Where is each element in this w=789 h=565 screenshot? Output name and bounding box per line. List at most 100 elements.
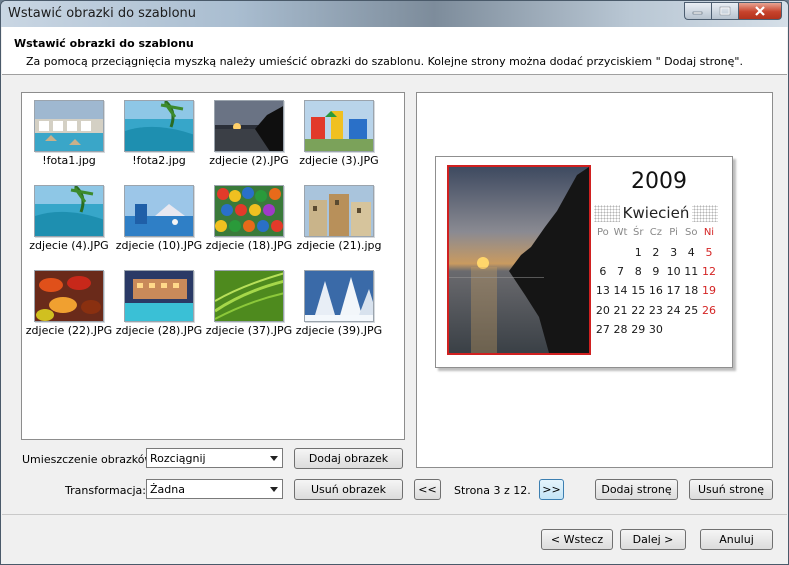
back-button[interactable]: < Wstecz bbox=[541, 529, 613, 550]
image-thumbnail[interactable]: zdjecie (21).jpg bbox=[294, 178, 384, 252]
thumbnail-image[interactable] bbox=[34, 185, 104, 237]
thumbnail-filename: zdjecie (39).JPG bbox=[295, 324, 383, 337]
thumbnail-image[interactable] bbox=[304, 270, 374, 322]
placement-select[interactable]: Rozciągnij bbox=[146, 448, 283, 468]
remove-page-button[interactable]: Usuń stronę bbox=[689, 479, 773, 500]
image-thumbnail[interactable]: zdjecie (2).JPG bbox=[204, 93, 294, 167]
thumbnail-filename: zdjecie (22).JPG bbox=[25, 324, 113, 337]
thumbnail-image[interactable] bbox=[34, 100, 104, 152]
image-thumbnail[interactable]: zdjecie (22).JPG bbox=[24, 263, 114, 337]
calendar-day: 12 bbox=[701, 264, 716, 278]
minimize-button[interactable] bbox=[684, 2, 711, 20]
next-page-button[interactable]: >> bbox=[539, 479, 564, 500]
page-preview-panel[interactable]: 2009 Kwiecień Po Wt Śr Cz Pi So Ni 1 2 3 4 5 6 7 8 9 10 1… bbox=[416, 92, 773, 468]
calendar-day: 30 bbox=[648, 323, 663, 337]
add-image-button[interactable]: Dodaj obrazek bbox=[294, 448, 403, 469]
title-bar[interactable]: Wstawić obrazki do szablonu bbox=[1, 1, 788, 27]
thumbnail-image[interactable] bbox=[124, 270, 194, 322]
thumbnail-filename: zdjecie (18).JPG bbox=[205, 239, 293, 252]
calendar-day: 1 bbox=[634, 245, 642, 259]
calendar-day: 22 bbox=[631, 303, 646, 317]
calendar-photo-slot[interactable] bbox=[447, 165, 591, 355]
calendar-weekday: So bbox=[685, 227, 698, 239]
calendar-weekday: Wt bbox=[613, 227, 628, 239]
add-page-button[interactable]: Dodaj stronę bbox=[595, 479, 678, 500]
thumbnail-filename: zdjecie (10).JPG bbox=[115, 239, 203, 252]
thumbnail-image[interactable] bbox=[304, 185, 374, 237]
calendar-day: 20 bbox=[595, 303, 610, 317]
calendar-day: 27 bbox=[595, 323, 610, 337]
calendar-day: 23 bbox=[648, 303, 663, 317]
chevron-down-icon[interactable] bbox=[270, 487, 278, 492]
calendar-day: 13 bbox=[595, 284, 610, 298]
calendar-weekday: Śr bbox=[632, 227, 644, 239]
image-thumbnail[interactable]: zdjecie (4).JPG bbox=[24, 178, 114, 252]
calendar-day: 18 bbox=[684, 284, 699, 298]
calendar-day: 16 bbox=[648, 284, 663, 298]
thumbnail-filename: !fota2.jpg bbox=[132, 154, 186, 167]
chevron-down-icon[interactable] bbox=[270, 456, 278, 461]
calendar-week-row: 12345 bbox=[594, 242, 718, 261]
image-thumbnail[interactable]: zdjecie (39).JPG bbox=[294, 263, 384, 337]
calendar-day: 4 bbox=[687, 245, 695, 259]
calendar-day: 19 bbox=[701, 284, 716, 298]
remove-image-button[interactable]: Usuń obrazek bbox=[294, 479, 403, 500]
transform-select[interactable]: Żadna bbox=[146, 479, 283, 499]
calendar-year: 2009 bbox=[631, 169, 687, 194]
maximize-button[interactable] bbox=[711, 2, 738, 20]
thumbnail-image[interactable] bbox=[34, 270, 104, 322]
minimize-icon bbox=[692, 11, 703, 15]
maximize-icon bbox=[719, 6, 731, 16]
calendar-weekday: Pi bbox=[669, 227, 678, 239]
calendar-day: 15 bbox=[631, 284, 646, 298]
calendar-weekday: Ni bbox=[703, 227, 715, 239]
image-thumbnail[interactable]: zdjecie (28).JPG bbox=[114, 263, 204, 337]
thumbnail-filename: zdjecie (2).JPG bbox=[209, 154, 289, 167]
window-controls bbox=[684, 2, 782, 20]
image-thumbnail[interactable]: zdjecie (3).JPG bbox=[294, 93, 384, 167]
page-counter: Strona 3 z 12. bbox=[454, 484, 531, 497]
calendar-day: 2 bbox=[652, 245, 660, 259]
close-button[interactable] bbox=[738, 2, 782, 20]
calendar-day: 24 bbox=[666, 303, 681, 317]
cancel-button[interactable]: Anuluj bbox=[700, 529, 773, 550]
calendar-page[interactable]: 2009 Kwiecień Po Wt Śr Cz Pi So Ni 1 2 3 4 5 6 7 8 9 10 1… bbox=[435, 156, 733, 368]
image-thumbnail[interactable]: zdjecie (18).JPG bbox=[204, 178, 294, 252]
thumbnail-filename: zdjecie (28).JPG bbox=[115, 324, 203, 337]
calendar-day: 25 bbox=[684, 303, 699, 317]
calendar-day: 11 bbox=[684, 264, 699, 278]
thumbnail-image[interactable] bbox=[124, 185, 194, 237]
calendar-week-row: 20 21 22 23 24 25 26 bbox=[594, 301, 718, 320]
calendar-month: Kwiecień bbox=[594, 204, 718, 222]
thumbnail-image[interactable] bbox=[214, 270, 284, 322]
calendar-weekday-row: Po Wt Śr Cz Pi So Ni bbox=[594, 223, 718, 242]
thumbnail-filename: zdjecie (4).JPG bbox=[29, 239, 109, 252]
thumbnail-filename: !fota1.jpg bbox=[42, 154, 96, 167]
thumbnail-filename: zdjecie (21).jpg bbox=[296, 239, 382, 252]
calendar-day: 3 bbox=[670, 245, 678, 259]
next-button[interactable]: Dalej > bbox=[620, 529, 686, 550]
prev-page-button[interactable]: << bbox=[414, 479, 441, 500]
calendar-day: 9 bbox=[652, 264, 660, 278]
thumbnail-image[interactable] bbox=[214, 185, 284, 237]
calendar-day: 26 bbox=[701, 303, 716, 317]
image-thumbnail[interactable]: zdjecie (37).JPG bbox=[204, 263, 294, 337]
thumbnail-image[interactable] bbox=[304, 100, 374, 152]
calendar-day: 10 bbox=[666, 264, 681, 278]
calendar-month-label: Kwiecień bbox=[619, 204, 693, 222]
image-thumbnail[interactable]: zdjecie (10).JPG bbox=[114, 178, 204, 252]
header-description: Za pomocą przeciągnięcia myszką należy u… bbox=[26, 55, 743, 68]
thumbnail-image[interactable] bbox=[214, 100, 284, 152]
transform-label: Transformacja: bbox=[65, 484, 147, 497]
image-thumbnail[interactable]: !fota2.jpg bbox=[114, 93, 204, 167]
calendar-day: 6 bbox=[599, 264, 607, 278]
footer-divider bbox=[2, 514, 787, 515]
thumbnail-image[interactable] bbox=[124, 100, 194, 152]
calendar-day: 29 bbox=[631, 323, 646, 337]
image-thumbnail[interactable]: !fota1.jpg bbox=[24, 93, 114, 167]
calendar-day: 8 bbox=[634, 264, 642, 278]
thumbnail-filename: zdjecie (37).JPG bbox=[205, 324, 293, 337]
image-list-panel[interactable]: !fota1.jpg !fota2.jpg zdjecie (2).JPG zdjec… bbox=[21, 92, 405, 440]
calendar-grid: Po Wt Śr Cz Pi So Ni 1 2 3 4 5 6 7 8 9 10 11 12 13 14 15 16 17 1… bbox=[594, 223, 718, 339]
calendar-day: 7 bbox=[617, 264, 625, 278]
